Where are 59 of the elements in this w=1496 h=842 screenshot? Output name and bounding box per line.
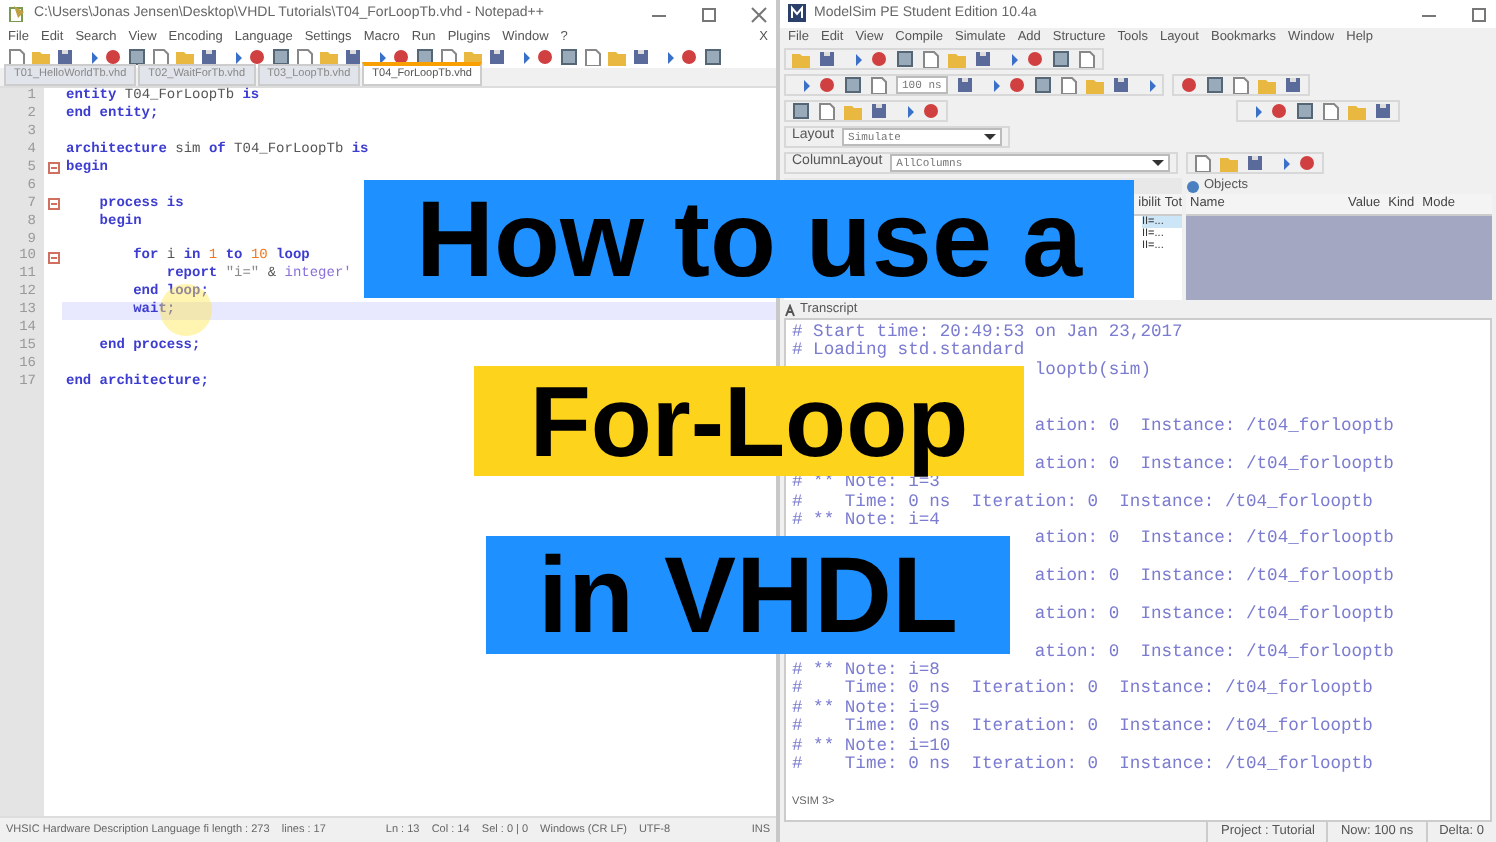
circle-icon[interactable]: [104, 48, 122, 66]
page-icon[interactable]: [870, 76, 888, 94]
caret-icon: [1152, 158, 1165, 168]
transcript-line: ation: 0 Instance: /t04_forlooptb: [1032, 417, 1396, 437]
circle-icon[interactable]: [1179, 76, 1198, 94]
fold-icon[interactable]: [47, 162, 59, 175]
square-icon[interactable]: [704, 48, 722, 66]
caret-icon: [984, 132, 997, 142]
circle-icon[interactable]: [870, 50, 888, 68]
transcript-line: # Start time: 20:49:53 on Jan 23,2017: [792, 324, 1185, 342]
circle-icon[interactable]: [818, 76, 836, 94]
square-icon[interactable]: [844, 76, 862, 94]
transcript-line: ation: 0 Instance: /t04_forlooptb: [1032, 643, 1396, 663]
square-icon[interactable]: [792, 102, 810, 120]
transcript-line: # Time: 0 ns Iteration: 0 Instance: /t04_forlooptb: [792, 718, 1375, 737]
maximize-icon[interactable]: [700, 5, 718, 23]
transcript-line: # Time: 0 ns Iteration: 0 Instance: /t04_forlooptb: [792, 493, 1375, 512]
title-banner: How to use a: [364, 180, 1134, 298]
close-icon[interactable]: [750, 5, 768, 23]
square-icon[interactable]: [272, 48, 290, 66]
fold-icon[interactable]: [47, 198, 59, 211]
square-icon[interactable]: [896, 50, 914, 68]
square-icon[interactable]: [1296, 102, 1314, 120]
transcript-line: # ** Note: i=9: [792, 699, 942, 718]
circle-icon[interactable]: [1026, 50, 1044, 68]
transcript-line: # Time: 0 ns Iteration: 0 Instance: /t04_forlooptb: [792, 755, 1375, 775]
square-icon[interactable]: [1052, 50, 1070, 68]
transcript-line: # Time: 0 ns Iteration: 0 Instance: /t04_forlooptb: [792, 680, 1375, 699]
title-banner: For-Loop: [474, 366, 1024, 476]
transcript-line: ation: 0 Instance: /t04_forlooptb: [1032, 530, 1396, 550]
circle-icon[interactable]: [1298, 154, 1317, 172]
maximize-icon[interactable]: [1470, 5, 1488, 23]
square-icon[interactable]: [128, 48, 146, 66]
circle-icon[interactable]: [248, 48, 266, 66]
page-icon[interactable]: [1194, 154, 1213, 172]
square-icon[interactable]: [1205, 76, 1224, 94]
page-icon[interactable]: [1231, 76, 1250, 94]
transcript-line: ation: 0 Instance: /t04_forlooptb: [1032, 455, 1396, 475]
fold-icon[interactable]: [47, 251, 59, 264]
square-icon[interactable]: [1033, 76, 1052, 94]
transcript-line: # ** Note: i=10: [792, 737, 953, 756]
title-banner: in VHDL: [486, 536, 1010, 654]
circle-icon[interactable]: [1007, 76, 1026, 94]
circle-icon[interactable]: [680, 48, 698, 66]
transcript-line: # ** Note: i=8: [792, 662, 942, 681]
transcript-line: # ** Note: i=4: [792, 511, 942, 531]
square-icon[interactable]: [560, 48, 578, 66]
transcript-line: # Loading std.standard: [792, 342, 1027, 362]
circle-icon[interactable]: [392, 48, 410, 66]
circle-icon[interactable]: [1270, 102, 1288, 120]
objects-icon: [1186, 179, 1200, 193]
page-icon[interactable]: [922, 50, 940, 68]
transcript-line: looptb(sim): [1032, 361, 1153, 381]
transcript-line: ation: 0 Instance: /t04_forlooptb: [1032, 605, 1396, 625]
transcript-line: ation: 0 Instance: /t04_forlooptb: [1032, 568, 1396, 587]
page-icon[interactable]: [818, 102, 836, 120]
page-icon[interactable]: [1322, 102, 1340, 120]
circle-icon[interactable]: [536, 48, 554, 66]
circle-icon[interactable]: [922, 102, 940, 120]
